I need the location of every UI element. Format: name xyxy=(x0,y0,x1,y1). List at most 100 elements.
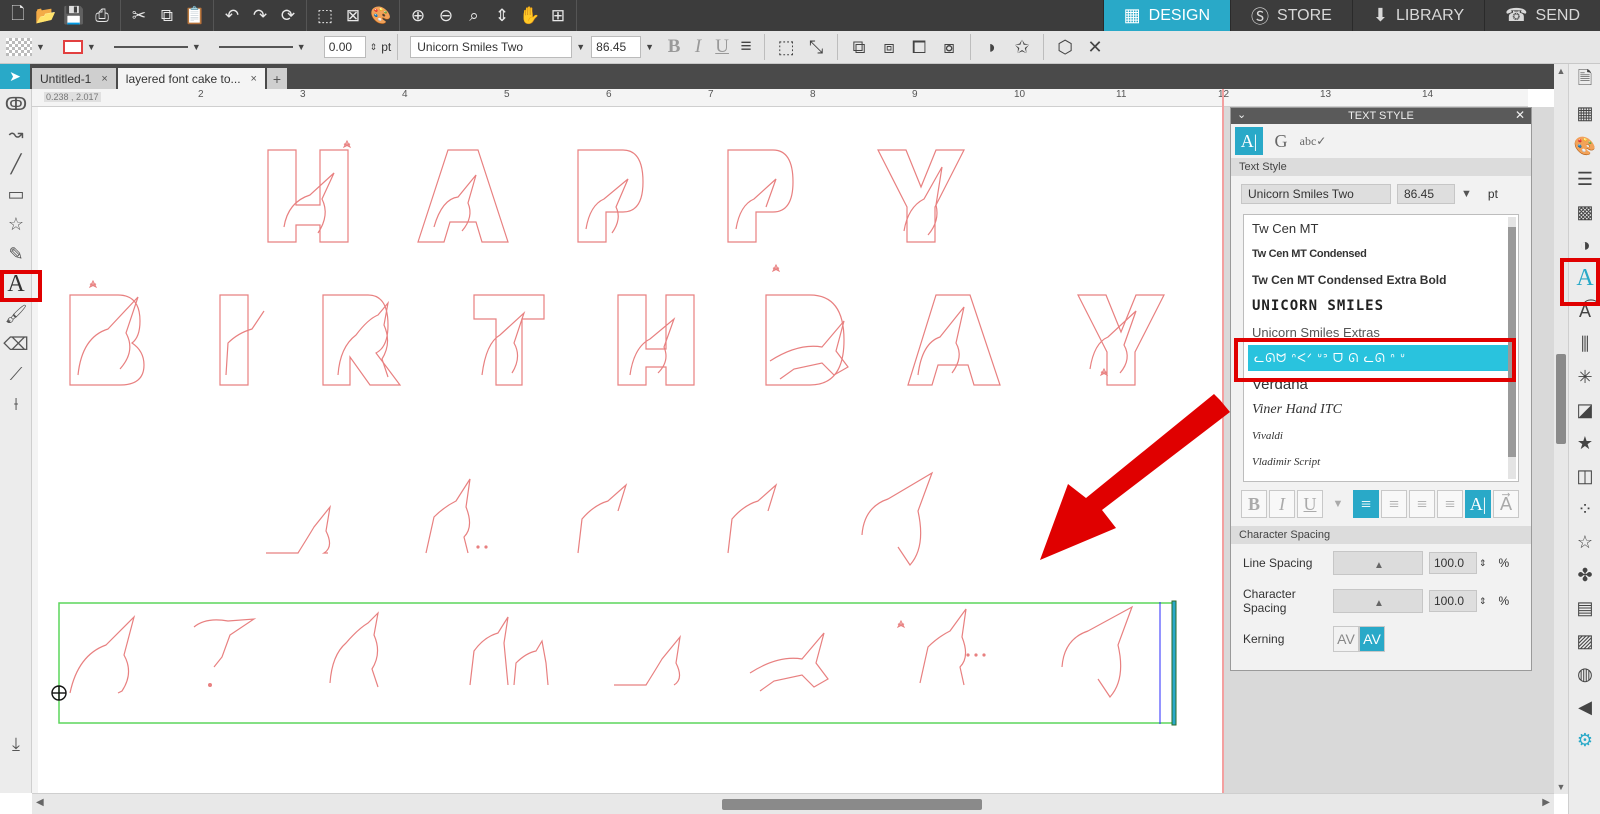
line-color-picker[interactable]: ▼ xyxy=(62,40,96,54)
font-list-item[interactable]: Tw Cen MT Condensed Extra Bold xyxy=(1244,267,1518,293)
zoom-select-icon[interactable]: ⌕ xyxy=(460,2,488,30)
zoom-out-icon[interactable]: ⊖ xyxy=(432,2,460,30)
eraser-icon[interactable]: ⌫ xyxy=(0,329,32,359)
close-icon[interactable]: × xyxy=(101,73,107,85)
font-picker[interactable]: Unicorn Smiles Two ▼ xyxy=(410,36,585,58)
panel-underline-button[interactable]: U xyxy=(1297,490,1323,518)
line-spacing-input[interactable]: 100.0 xyxy=(1429,552,1477,574)
align-icon[interactable]: ≡ xyxy=(734,34,758,60)
horizontal-scrollbar[interactable]: ◀ ▶ xyxy=(32,793,1554,814)
deselect-icon[interactable]: ⊠ xyxy=(339,2,367,30)
line-style-icon[interactable]: ☰ xyxy=(1569,163,1600,196)
tab-library[interactable]: ⬇ LIBRARY xyxy=(1351,0,1485,31)
align-left-icon[interactable]: ≡ xyxy=(1353,490,1379,518)
knife-icon[interactable]: ⟋ xyxy=(0,359,32,389)
vertical-text-icon[interactable]: A⃗ xyxy=(1493,490,1519,518)
pan-hand-icon[interactable]: ✋ xyxy=(516,2,544,30)
collapse-icon[interactable]: ⌄ xyxy=(1237,108,1246,121)
font-name-input[interactable]: Unicorn Smiles Two xyxy=(410,36,573,58)
compound-path-icon[interactable]: ⧠ xyxy=(904,33,934,61)
tab-send[interactable]: ☎ SEND xyxy=(1484,0,1600,31)
select-all-icon[interactable]: ⬚ xyxy=(311,2,339,30)
chevron-down-icon[interactable]: ▼ xyxy=(1461,188,1472,200)
line-tool-icon[interactable]: ╱ xyxy=(0,149,32,179)
font-size-picker[interactable]: 86.45 ▼ xyxy=(591,36,654,58)
transform-icon[interactable]: ⬚ xyxy=(771,33,801,61)
undo-icon[interactable]: ↶ xyxy=(218,2,246,30)
char-spacing-input[interactable]: 100.0 xyxy=(1429,590,1477,612)
stepper-icon[interactable]: ⇕ xyxy=(1479,558,1487,569)
globe-icon[interactable]: ◍ xyxy=(1569,658,1600,691)
star-icon[interactable]: ✩ xyxy=(1007,33,1037,61)
puzzle-icon[interactable]: ✤ xyxy=(1569,559,1600,592)
lasso-icon[interactable]: ↂ xyxy=(0,89,32,119)
redo-icon[interactable]: ↷ xyxy=(246,2,274,30)
panel-italic-button[interactable]: I xyxy=(1269,490,1295,518)
select-by-color-icon[interactable]: 🎨 xyxy=(367,2,395,30)
trace-icon[interactable]: ◫ xyxy=(1569,460,1600,493)
pencil-icon[interactable]: ✎ xyxy=(0,239,32,269)
vertical-scroll-thumb[interactable] xyxy=(1556,354,1566,444)
dots-icon[interactable]: ⁘ xyxy=(1569,493,1600,526)
scroll-left-icon[interactable]: ◀ xyxy=(36,797,44,808)
doc-tab-untitled[interactable]: Untitled-1 × xyxy=(32,68,116,89)
line-spacing-slider[interactable]: ▲ xyxy=(1333,551,1423,575)
kerning-off-button[interactable]: AV xyxy=(1333,626,1359,652)
slider-knob-icon[interactable]: ▲ xyxy=(1374,560,1384,571)
align-center-icon[interactable]: ≡ xyxy=(1381,490,1407,518)
close-icon[interactable]: ✕ xyxy=(1515,108,1525,122)
hatch-icon[interactable]: ▨ xyxy=(1569,625,1600,658)
bold-button[interactable]: B xyxy=(662,34,686,60)
font-list-item[interactable]: Vladimir Script xyxy=(1244,449,1518,475)
copy-icon[interactable]: ⧉ xyxy=(153,2,181,30)
collapse-left-icon[interactable]: ◀ xyxy=(1569,691,1600,724)
text-path-tab-icon[interactable]: G xyxy=(1267,127,1295,155)
download-icon[interactable]: ⤓ xyxy=(0,729,32,759)
tab-design[interactable]: ▦ DESIGN xyxy=(1102,0,1231,31)
font-list-item[interactable]: Viner Hand ITC xyxy=(1244,397,1518,423)
redraw-icon[interactable]: ⟳ xyxy=(274,2,302,30)
close-icon[interactable]: ✕ xyxy=(1080,33,1110,61)
doc-tab-layered-font[interactable]: layered font cake to... × xyxy=(117,68,265,89)
line-width-input[interactable]: 0.00 xyxy=(323,36,366,58)
cut-icon[interactable]: ✂ xyxy=(125,2,153,30)
offset-icon[interactable]: ◗ xyxy=(977,33,1007,61)
vertical-scrollbar[interactable]: ▲ ▼ xyxy=(1554,64,1568,794)
stepper-icon[interactable]: ⇕ xyxy=(1479,596,1487,607)
font-list-item[interactable]: UNICORN SMILES xyxy=(1244,293,1518,319)
fill-color-picker[interactable]: ▼ xyxy=(6,38,45,56)
chevron-down-icon[interactable]: ▼ xyxy=(1325,490,1351,518)
kerning-on-button[interactable]: AV xyxy=(1359,626,1385,652)
text-style-tab-icon[interactable]: A| xyxy=(1235,127,1263,155)
edit-points-icon[interactable]: ↝ xyxy=(0,119,32,149)
brush-icon[interactable]: 🖌 xyxy=(0,299,32,329)
panel-font-name-input[interactable]: Unicorn Smiles Two xyxy=(1241,184,1391,204)
open-folder-icon[interactable]: 📂 xyxy=(32,2,60,30)
panel-font-size-input[interactable]: 86.45 xyxy=(1397,184,1455,204)
align-justify-icon[interactable]: ≡ xyxy=(1437,490,1463,518)
star-outline-icon[interactable]: ☆ xyxy=(1569,526,1600,559)
add-tab-button[interactable]: + xyxy=(266,68,287,89)
line-end-picker[interactable]: ▼ xyxy=(218,42,306,52)
scale-icon[interactable]: ⤡ xyxy=(801,33,831,61)
tab-store[interactable]: Ⓢ STORE xyxy=(1230,0,1352,31)
replicate-icon[interactable]: ✳ xyxy=(1569,361,1600,394)
pointer-icon[interactable]: ➤ xyxy=(0,64,30,89)
zoom-in-icon[interactable]: ⊕ xyxy=(404,2,432,30)
scroll-up-icon[interactable]: ▲ xyxy=(1554,64,1568,78)
line-style-picker[interactable]: ▼ xyxy=(113,42,201,52)
horizontal-scroll-thumb[interactable] xyxy=(722,799,982,810)
horizontal-text-icon[interactable]: A| xyxy=(1465,490,1491,518)
palette-icon[interactable]: 🎨 xyxy=(1569,130,1600,163)
fit-to-page-icon[interactable]: ⇕ xyxy=(488,2,516,30)
star-shape-icon[interactable]: ☆ xyxy=(0,209,32,239)
settings-gear-icon[interactable]: ⚙ xyxy=(1569,724,1600,757)
align-icon[interactable]: ⫼ xyxy=(1569,328,1600,361)
layers-icon[interactable]: ▤ xyxy=(1569,592,1600,625)
font-list-item[interactable]: Tw Cen MT xyxy=(1244,215,1518,241)
save-icon[interactable]: 💾 xyxy=(60,2,88,30)
eyedropper-icon[interactable]: ⟊ xyxy=(0,389,32,419)
3d-box-icon[interactable]: ⬡ xyxy=(1050,33,1080,61)
page-setup-icon[interactable]: 🗎 xyxy=(1569,64,1600,97)
stepper-icon[interactable]: ⇕ xyxy=(370,42,378,53)
